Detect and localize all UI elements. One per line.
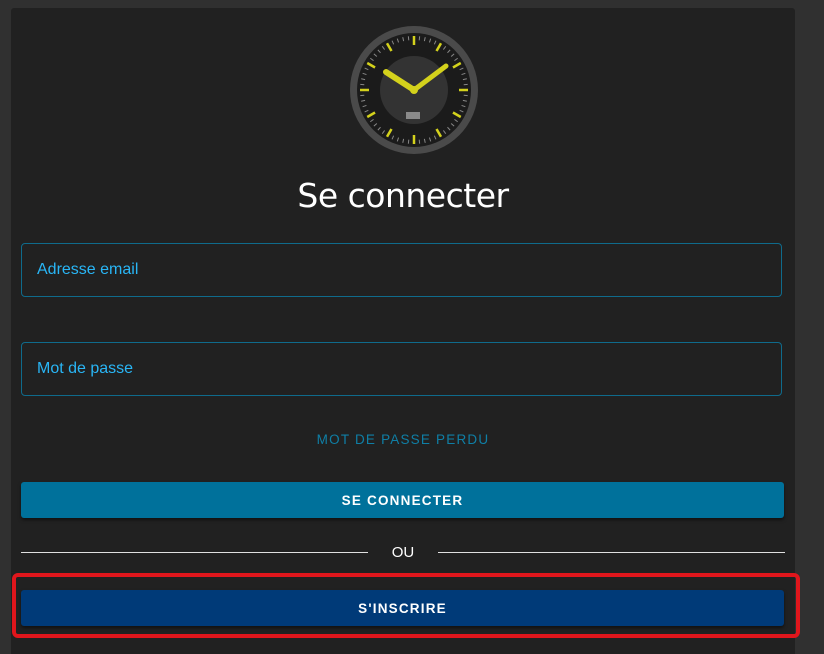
clock-icon	[350, 26, 478, 154]
divider-label: OU	[391, 544, 415, 561]
page-title: Se connecter	[297, 176, 509, 215]
email-input[interactable]	[22, 244, 781, 296]
email-field[interactable]	[21, 243, 782, 297]
password-input[interactable]	[22, 343, 781, 395]
divider-left	[21, 552, 368, 553]
password-field[interactable]	[21, 342, 782, 396]
login-card: Se connecter MOT DE PASSE PERDU SE CONNE…	[11, 8, 795, 654]
login-button[interactable]: SE CONNECTER	[21, 482, 784, 518]
signup-button[interactable]: S'INSCRIRE	[21, 590, 784, 626]
forgot-password-link[interactable]: MOT DE PASSE PERDU	[11, 432, 795, 447]
divider-right	[438, 552, 785, 553]
